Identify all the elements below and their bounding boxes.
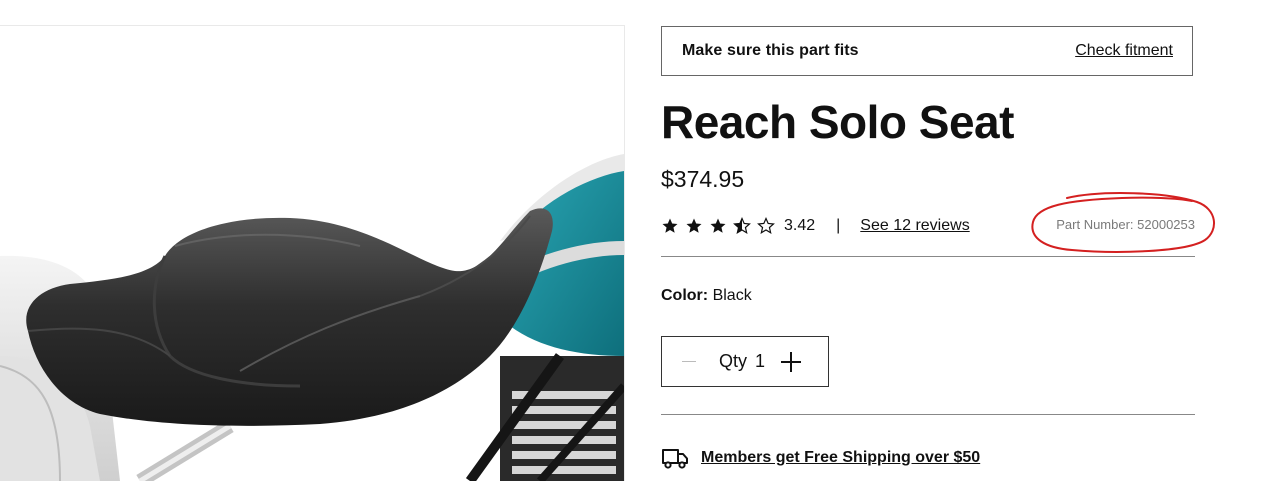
quantity-stepper: Qty 1	[661, 336, 829, 387]
star-rating	[661, 217, 775, 235]
star-half-icon	[733, 217, 751, 234]
product-title: Reach Solo Seat	[661, 96, 1014, 148]
star-empty-icon	[757, 217, 775, 234]
product-price: $374.95	[661, 166, 745, 192]
color-value: Black	[712, 287, 752, 304]
star-full-icon	[662, 218, 678, 233]
fitment-box: Make sure this part fits Check fitment	[661, 26, 1193, 76]
qty-label: Qty	[719, 351, 748, 371]
divider	[661, 256, 1195, 257]
plus-icon[interactable]	[781, 351, 802, 372]
color-label: Color:	[661, 287, 709, 304]
star-full-icon	[710, 218, 726, 233]
minus-icon[interactable]	[682, 361, 696, 362]
rating-separator: |	[836, 217, 841, 234]
free-shipping-link[interactable]: Members get Free Shipping over $50	[701, 449, 980, 467]
part-number: Part Number: 52000253	[1056, 217, 1195, 232]
color-row: Color: Black	[661, 287, 752, 305]
qty-value[interactable]: 1	[755, 351, 765, 372]
truck-icon	[662, 449, 688, 469]
check-fitment-link[interactable]: Check fitment	[1075, 42, 1173, 60]
rating-row: 3.42 | See 12 reviews Part Number: 52000…	[661, 213, 1195, 239]
divider	[661, 414, 1195, 415]
product-image[interactable]	[0, 26, 624, 481]
rating-value: 3.42	[784, 217, 816, 234]
fitment-label: Make sure this part fits	[682, 42, 859, 59]
seat-photo	[0, 154, 624, 481]
image-right-border	[624, 25, 625, 481]
see-reviews-link[interactable]: See 12 reviews	[860, 217, 969, 235]
shipping-row: Members get Free Shipping over $50	[661, 446, 980, 470]
star-full-icon	[686, 218, 702, 233]
